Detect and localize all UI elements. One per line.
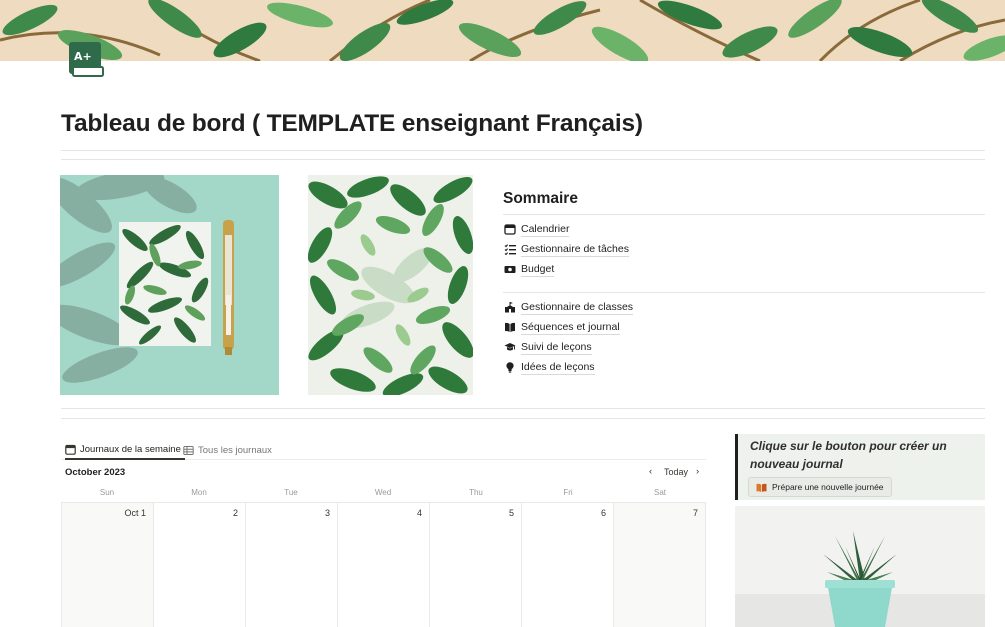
divider — [503, 292, 985, 293]
calendar-month: October 2023 — [65, 467, 126, 478]
sommaire-title: Sommaire — [503, 190, 578, 207]
divider — [61, 408, 985, 409]
table-icon — [183, 445, 194, 456]
day-number: 3 — [324, 508, 330, 518]
weekday-label: Sat — [653, 488, 666, 497]
today-button[interactable]: Today — [664, 467, 688, 477]
calendar-grid: Oct 1 2 3 4 5 6 7 — [61, 502, 706, 627]
day-number: Oct 1 — [124, 508, 146, 518]
toc-link-budget[interactable]: Budget — [503, 260, 555, 278]
tab-tous-journaux[interactable]: Tous les journaux — [183, 440, 272, 460]
divider — [61, 159, 985, 160]
toc-link-idees-lecons[interactable]: Idées de leçons — [503, 358, 595, 376]
chevron-right-icon[interactable]: › — [696, 466, 699, 477]
weekday-label: Thu — [469, 488, 483, 497]
money-icon — [503, 263, 516, 276]
view-tabs: Journaux de la semaine Tous les journaux — [61, 437, 706, 460]
divider — [61, 418, 985, 419]
book-icon — [756, 482, 767, 493]
divider — [503, 214, 985, 215]
chevron-left-icon[interactable]: ‹ — [649, 466, 652, 477]
checklist-icon — [503, 243, 516, 256]
school-icon — [503, 301, 516, 314]
weekday-label: Fri — [563, 488, 573, 497]
open-book-icon — [503, 321, 516, 334]
calendar-day-cell[interactable]: 3 — [246, 503, 338, 627]
calendar-day-cell[interactable]: 7 — [614, 503, 706, 627]
day-number: 2 — [232, 508, 238, 518]
calendar-day-cell[interactable]: 4 — [338, 503, 430, 627]
calendar-day-cell[interactable]: 5 — [430, 503, 522, 627]
calendar-icon — [503, 223, 516, 236]
tab-journaux-semaine[interactable]: Journaux de la semaine — [65, 440, 185, 460]
svg-text:A+: A+ — [74, 50, 92, 63]
toc-link-sequences-journal[interactable]: Séquences et journal — [503, 318, 620, 336]
weekday-label: Mon — [191, 488, 207, 497]
toc-link-calendrier[interactable]: Calendrier — [503, 220, 570, 238]
green-leaves-image — [308, 175, 473, 395]
day-number: 4 — [416, 508, 422, 518]
divider — [61, 150, 985, 151]
day-number: 6 — [600, 508, 606, 518]
calendar-icon — [65, 444, 76, 455]
lightbulb-icon — [503, 361, 516, 374]
succulent-plant-image — [735, 506, 985, 627]
weekday-label: Wed — [374, 488, 392, 497]
calendar-day-cell[interactable]: 2 — [154, 503, 246, 627]
calendar-day-cell[interactable]: 6 — [522, 503, 614, 627]
calendar-day-cell[interactable]: Oct 1 — [62, 503, 154, 627]
callout-text: Clique sur le bouton pour créer un nouve… — [750, 439, 947, 471]
weekday-label: Sun — [99, 488, 115, 497]
toc-link-gestionnaire-classes[interactable]: Gestionnaire de classes — [503, 298, 634, 316]
page-cover — [0, 0, 1005, 61]
graduation-cap-icon — [503, 341, 516, 354]
toc-link-suivi-lecons[interactable]: Suivi de leçons — [503, 338, 592, 356]
page-title: Tableau de bord ( TEMPLATE enseignant Fr… — [61, 110, 643, 137]
day-number: 7 — [692, 508, 698, 518]
day-number: 5 — [508, 508, 514, 518]
a-plus-book-icon[interactable]: A+ — [68, 41, 104, 77]
new-journal-button[interactable]: Prépare une nouvelle journée — [748, 477, 892, 497]
weekday-label: Tue — [284, 488, 298, 497]
notebook-pen-image — [60, 175, 279, 395]
callout-new-journal: Clique sur le bouton pour créer un nouve… — [735, 434, 985, 500]
toc-link-gestionnaire-taches[interactable]: Gestionnaire de tâches — [503, 240, 629, 258]
